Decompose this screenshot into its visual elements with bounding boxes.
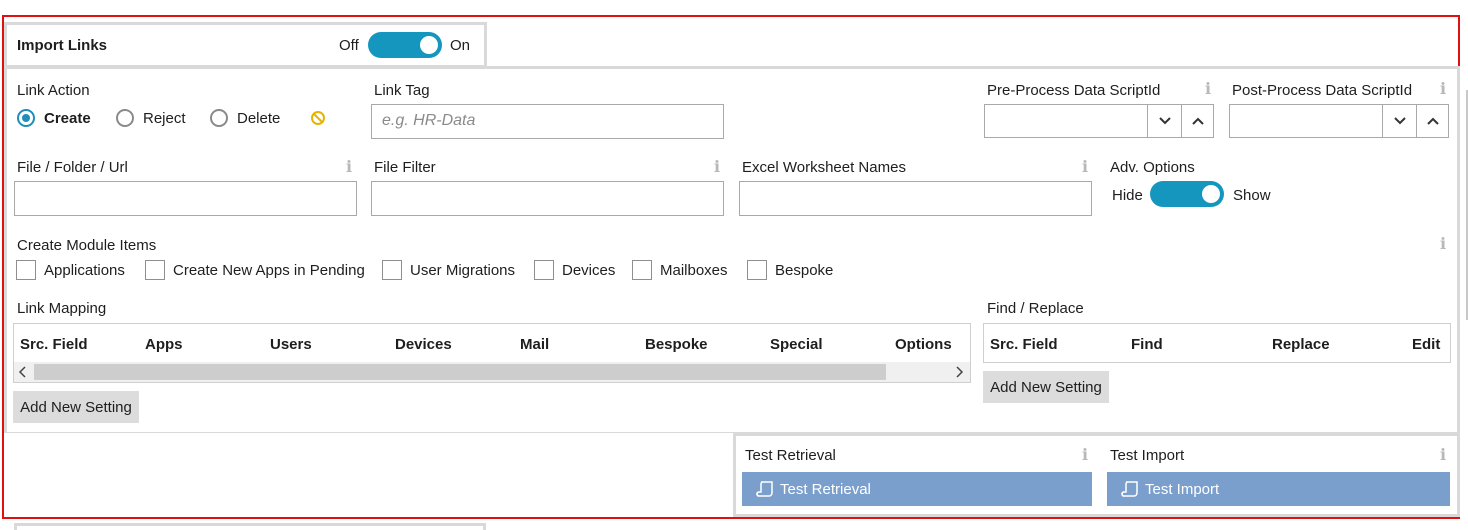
chevron-up-icon (1191, 117, 1204, 125)
scroll-doc-icon (1121, 481, 1138, 497)
file-filter-info-icon[interactable]: i (714, 157, 720, 176)
pre-process-label: Pre-Process Data ScriptId (987, 82, 1161, 99)
adv-options-toggle[interactable] (1150, 181, 1224, 207)
find-replace-col-src-field[interactable]: Src. Field (990, 336, 1058, 353)
scroll-right-icon[interactable] (954, 366, 964, 378)
link-mapping-col-users[interactable]: Users (270, 336, 312, 353)
excel-worksheets-info-icon[interactable]: i (1082, 157, 1088, 176)
test-import-info-icon[interactable]: i (1440, 445, 1446, 464)
adv-options-label: Adv. Options (1110, 159, 1195, 176)
checkbox-applications[interactable] (16, 260, 36, 280)
test-retrieval-button-label: Test Retrieval (780, 480, 871, 498)
excel-worksheets-input[interactable] (739, 181, 1092, 216)
scroll-left-icon[interactable] (18, 366, 28, 378)
scroll-doc-icon (756, 481, 773, 497)
link-mapping-col-special[interactable]: Special (770, 336, 823, 353)
no-entry-icon[interactable] (310, 110, 326, 126)
file-filter-label: File Filter (374, 159, 436, 176)
post-process-label: Post-Process Data ScriptId (1232, 82, 1413, 99)
checkbox-bespoke[interactable] (747, 260, 767, 280)
chevron-down-icon (1393, 117, 1406, 125)
link-tag-placeholder: e.g. HR-Data (382, 112, 476, 129)
radio-reject-label[interactable]: Reject (143, 110, 186, 127)
radio-delete-label[interactable]: Delete (237, 110, 280, 127)
link-mapping-col-src-field[interactable]: Src. Field (20, 336, 88, 353)
link-action-label: Link Action (17, 82, 90, 99)
link-mapping-col-devices[interactable]: Devices (395, 336, 452, 353)
checkbox-devices[interactable] (534, 260, 554, 280)
checkbox-mailboxes-label[interactable]: Mailboxes (660, 262, 728, 279)
link-tag-input[interactable]: e.g. HR-Data (371, 104, 724, 139)
test-retrieval-label: Test Retrieval (745, 447, 836, 464)
test-retrieval-info-icon[interactable]: i (1082, 445, 1088, 464)
file-folder-url-info-icon[interactable]: i (346, 157, 352, 176)
test-import-label: Test Import (1110, 447, 1185, 464)
post-process-down-button[interactable] (1382, 105, 1416, 137)
link-mapping-add-button[interactable]: Add New Setting (13, 391, 139, 423)
post-process-input[interactable] (1229, 104, 1449, 138)
pre-process-up-button[interactable] (1181, 105, 1213, 137)
test-import-button[interactable]: Test Import (1107, 472, 1450, 506)
checkbox-user-migrations[interactable] (382, 260, 402, 280)
bottom-left-area (4, 433, 734, 517)
next-panel-edge (14, 523, 486, 530)
chevron-up-icon (1426, 117, 1439, 125)
link-mapping-col-bespoke[interactable]: Bespoke (645, 336, 708, 353)
checkbox-applications-label[interactable]: Applications (44, 262, 125, 279)
radio-delete[interactable] (210, 109, 228, 127)
link-tag-label: Link Tag (374, 82, 430, 99)
scrollbar-thumb[interactable] (34, 364, 886, 380)
link-mapping-col-options[interactable]: Options (895, 336, 952, 353)
module-items-info-icon[interactable]: i (1440, 234, 1446, 253)
toggle-knob (1202, 185, 1220, 203)
link-mapping-label: Link Mapping (17, 300, 107, 317)
import-links-toggle[interactable] (368, 32, 442, 58)
pre-process-down-button[interactable] (1147, 105, 1181, 137)
checkbox-create-new-apps[interactable] (145, 260, 165, 280)
checkbox-bespoke-label[interactable]: Bespoke (775, 262, 833, 279)
checkbox-create-new-apps-label[interactable]: Create New Apps in Pending (173, 262, 365, 279)
test-retrieval-button[interactable]: Test Retrieval (742, 472, 1092, 506)
find-replace-col-replace[interactable]: Replace (1272, 336, 1330, 353)
toggle-knob (420, 36, 438, 54)
pre-process-input[interactable] (984, 104, 1214, 138)
checkbox-mailboxes[interactable] (632, 260, 652, 280)
find-replace-col-edit[interactable]: Edit (1412, 336, 1440, 353)
post-process-info-icon[interactable]: i (1440, 79, 1446, 98)
link-mapping-scrollbar[interactable] (14, 362, 970, 382)
pre-process-info-icon[interactable]: i (1205, 79, 1211, 98)
find-replace-label: Find / Replace (987, 300, 1084, 317)
checkbox-devices-label[interactable]: Devices (562, 262, 615, 279)
file-folder-url-label: File / Folder / Url (17, 159, 128, 176)
module-items-label: Create Module Items (17, 237, 157, 254)
toggle-off-label: Off (339, 37, 359, 54)
excel-worksheets-label: Excel Worksheet Names (742, 159, 906, 176)
find-replace-add-button[interactable]: Add New Setting (983, 371, 1109, 403)
link-mapping-col-mail[interactable]: Mail (520, 336, 549, 353)
adv-hide-label: Hide (1112, 187, 1143, 204)
chevron-down-icon (1158, 117, 1171, 125)
radio-create[interactable] (17, 109, 35, 127)
adv-show-label: Show (1233, 187, 1271, 204)
link-mapping-col-apps[interactable]: Apps (145, 336, 183, 353)
header-title: Import Links (17, 37, 108, 54)
find-replace-col-find[interactable]: Find (1131, 336, 1163, 353)
test-import-button-label: Test Import (1145, 480, 1220, 498)
radio-reject[interactable] (116, 109, 134, 127)
post-process-up-button[interactable] (1416, 105, 1448, 137)
checkbox-user-migrations-label[interactable]: User Migrations (410, 262, 515, 279)
file-folder-url-input[interactable] (14, 181, 357, 216)
file-filter-input[interactable] (371, 181, 724, 216)
toggle-on-label: On (450, 37, 471, 54)
radio-create-label[interactable]: Create (44, 110, 91, 127)
